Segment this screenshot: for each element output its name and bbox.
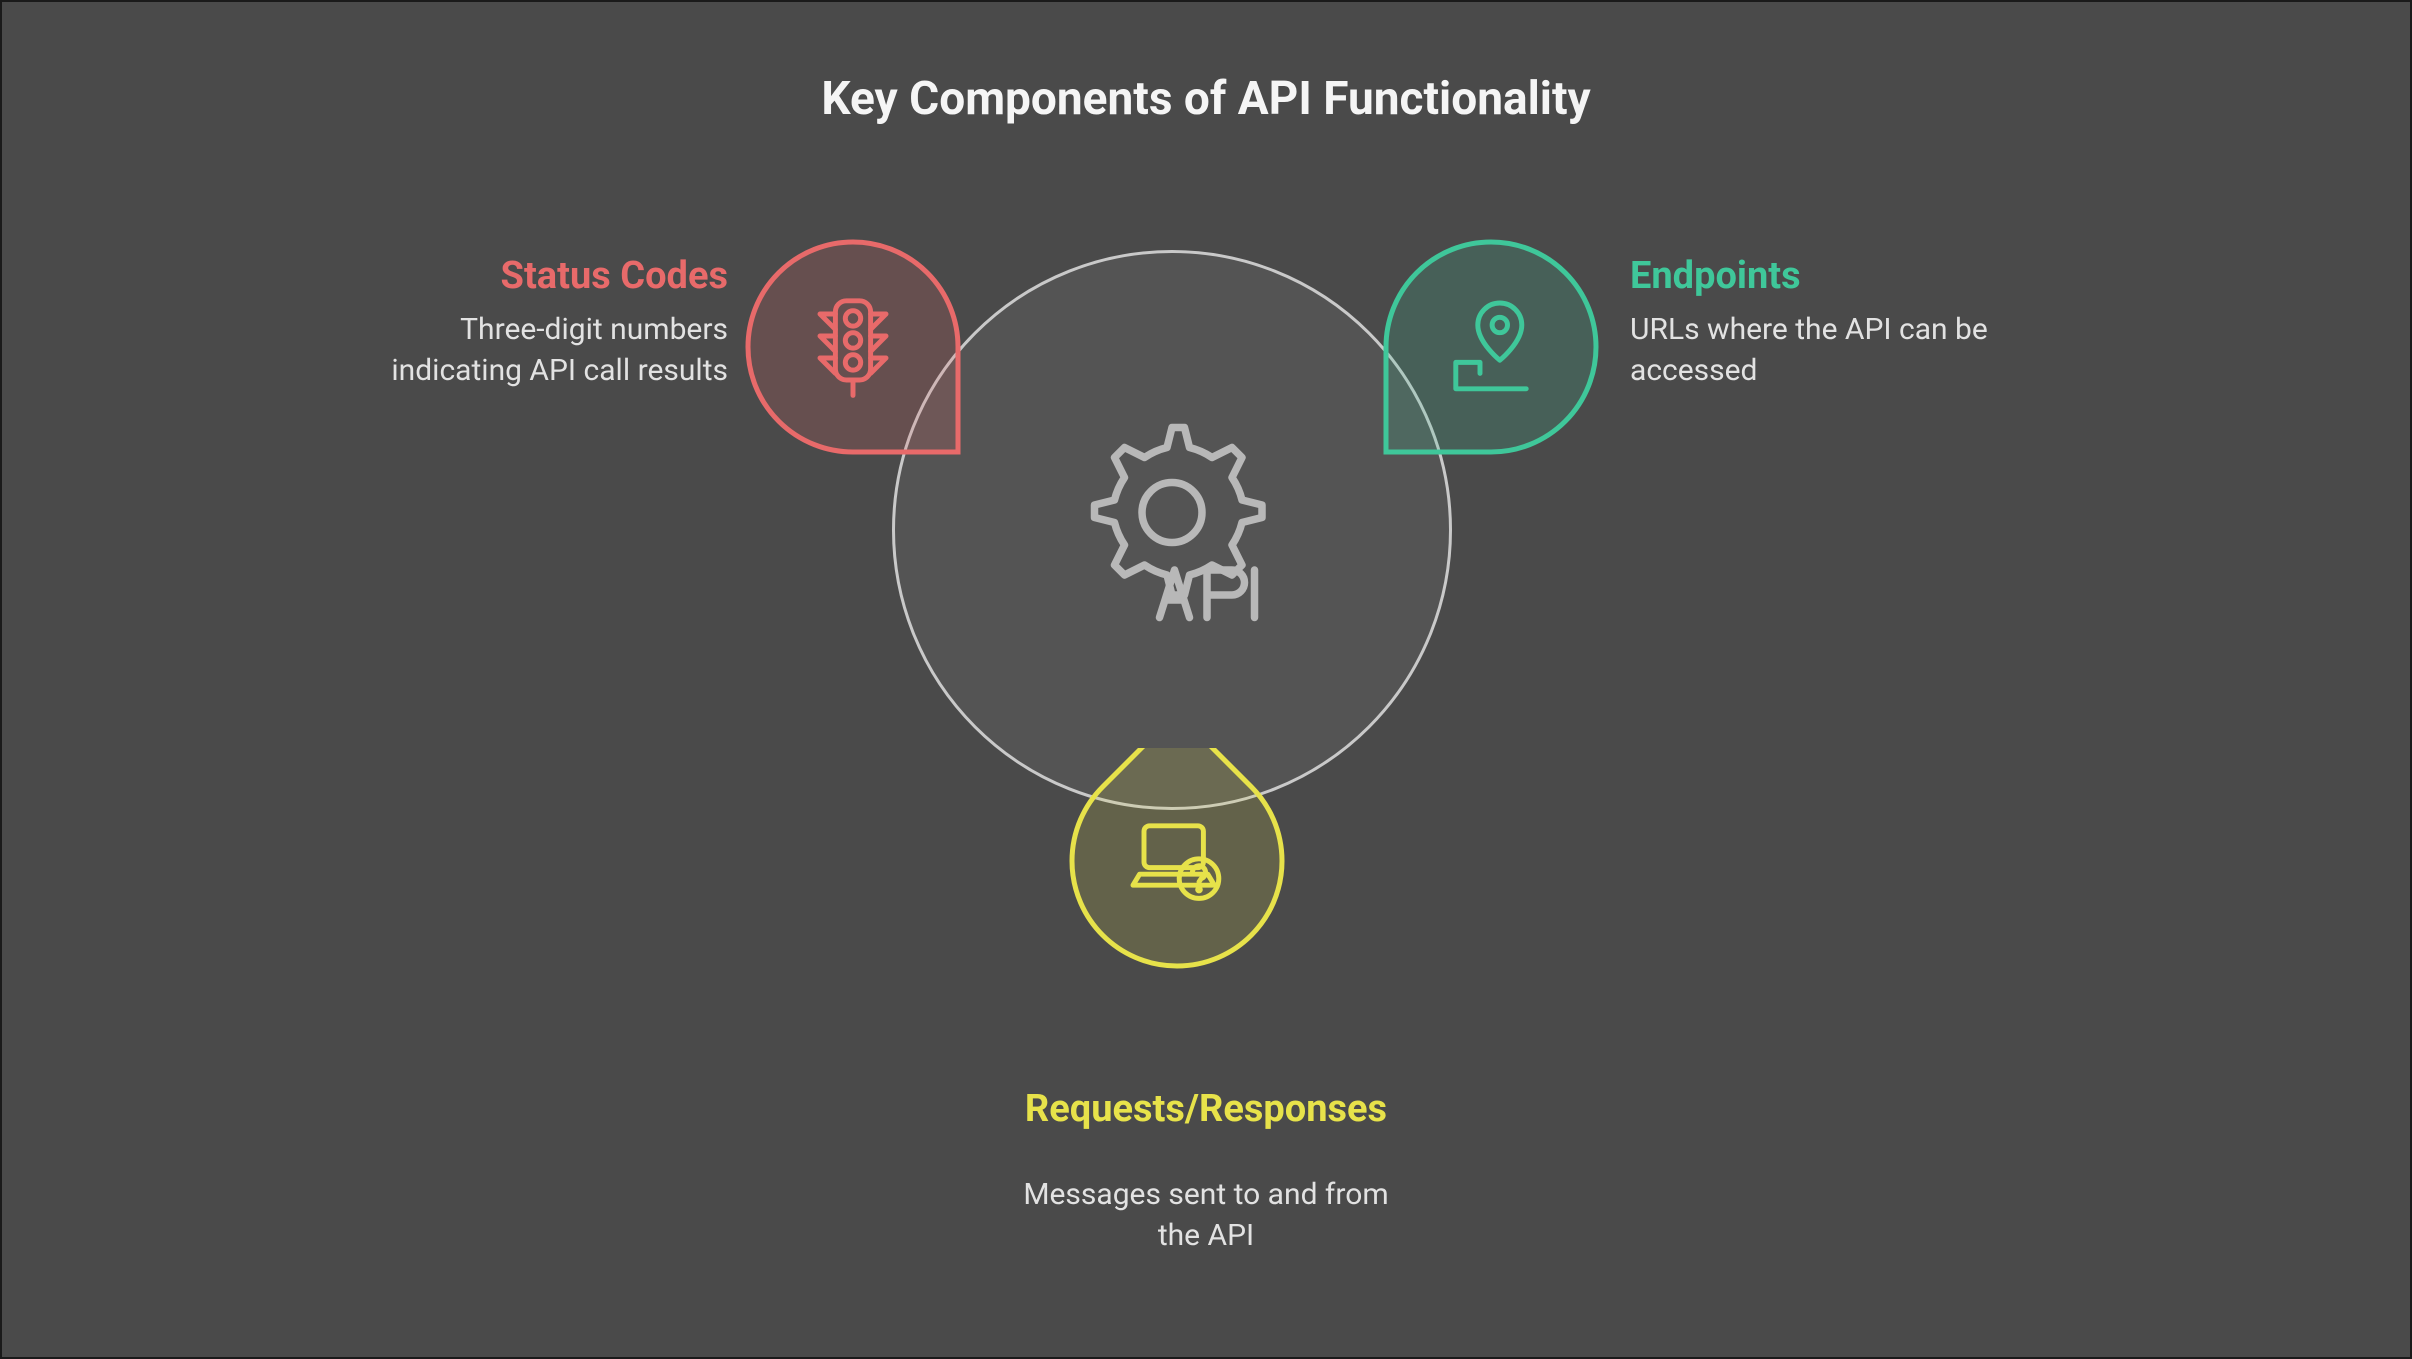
status-codes-text: Status Codes Three-digit numbers indicat… — [380, 254, 728, 391]
petal-requests-responses — [1064, 748, 1290, 974]
requests-responses-heading: Requests/Responses — [2, 1087, 2410, 1131]
petal-endpoints — [1378, 234, 1604, 460]
gear-api-icon — [1047, 405, 1297, 655]
location-pin-icon — [1436, 292, 1546, 402]
status-codes-heading: Status Codes — [380, 254, 728, 298]
requests-responses-description: Messages sent to and from the API — [1006, 1175, 1406, 1256]
diagram-title: Key Components of API Functionality — [2, 72, 2410, 126]
laptop-question-icon — [1122, 806, 1232, 916]
requests-responses-text: Requests/Responses Messages sent to and … — [2, 1087, 2410, 1256]
petal-status-codes — [740, 234, 966, 460]
diagram-frame: Key Components of API Functionality — [0, 0, 2412, 1359]
traffic-light-icon — [798, 292, 908, 402]
endpoints-text: Endpoints URLs where the API can be acce… — [1630, 254, 2010, 391]
endpoints-description: URLs where the API can be accessed — [1630, 310, 2010, 391]
endpoints-heading: Endpoints — [1630, 254, 2010, 298]
status-codes-description: Three-digit numbers indicating API call … — [380, 310, 728, 391]
center-hub — [892, 250, 1452, 810]
